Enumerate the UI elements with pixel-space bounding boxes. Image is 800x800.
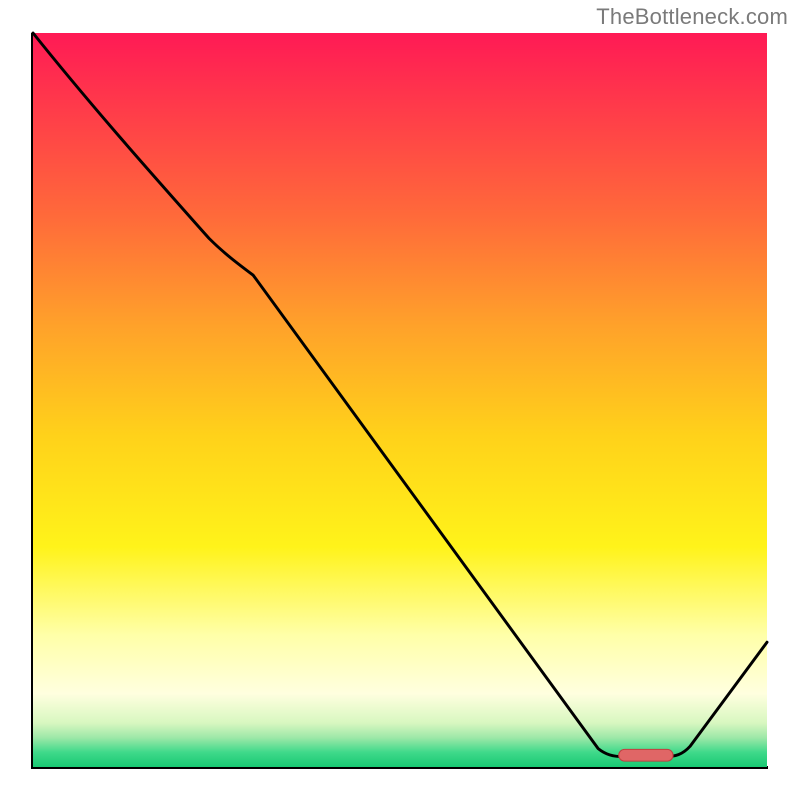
bottleneck-curve bbox=[33, 33, 767, 757]
chart-plot-area bbox=[33, 33, 767, 767]
watermark-text: TheBottleneck.com bbox=[596, 4, 788, 30]
chart-curve-layer bbox=[33, 33, 767, 767]
valley-marker bbox=[619, 749, 673, 761]
